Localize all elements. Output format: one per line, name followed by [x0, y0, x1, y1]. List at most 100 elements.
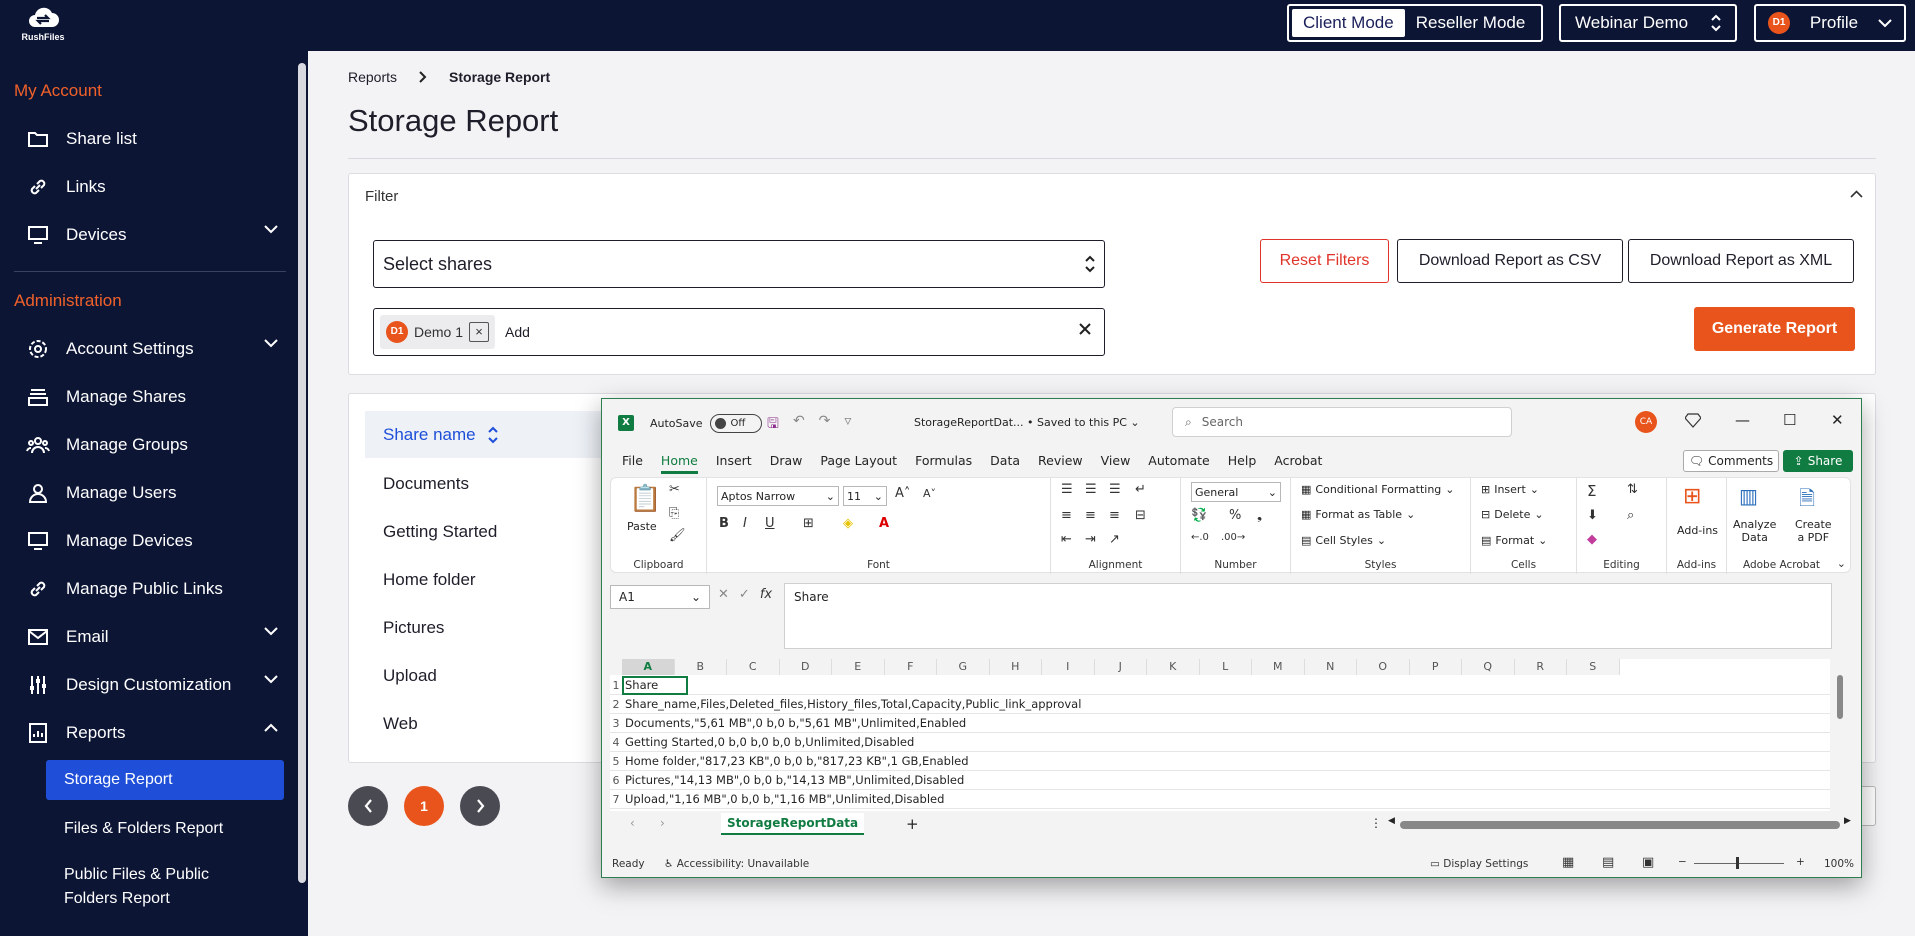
- paste-icon[interactable]: 📋: [629, 484, 661, 514]
- column-header[interactable]: J: [1095, 659, 1147, 675]
- spreadsheet-row[interactable]: 8Web,"15,42 MB",0 b,0 b,"15,42 MB",Unlim…: [610, 809, 1830, 811]
- font-color-icon[interactable]: A: [879, 516, 889, 531]
- table-row[interactable]: Getting Started: [383, 522, 497, 542]
- decrease-indent-icon[interactable]: ⇤: [1061, 532, 1072, 547]
- sidebar-item-design-customization[interactable]: Design Customization: [14, 665, 286, 705]
- zoom-in-icon[interactable]: +: [1796, 856, 1805, 868]
- sidebar-subitem-public-files-report[interactable]: Public Files & Public Folders Report: [46, 863, 284, 911]
- page-break-view-icon[interactable]: ▣: [1642, 855, 1654, 870]
- align-right-icon[interactable]: ≡: [1109, 508, 1120, 523]
- font-name-select[interactable]: Aptos Narrow ⌄: [717, 486, 839, 506]
- sidebar-item-reports[interactable]: Reports: [14, 713, 286, 753]
- row-number[interactable]: 2: [610, 698, 622, 711]
- save-icon[interactable]: 🖫: [767, 413, 779, 437]
- analyze-data-button[interactable]: Analyze Data: [1733, 518, 1776, 544]
- close-icon[interactable]: ✕: [1831, 411, 1844, 429]
- tab-file[interactable]: File: [622, 453, 643, 474]
- tab-formulas[interactable]: Formulas: [915, 453, 972, 474]
- chevron-up-icon[interactable]: [1850, 190, 1863, 198]
- sidebar-item-manage-devices[interactable]: Manage Devices: [14, 521, 286, 561]
- sidebar-scrollbar[interactable]: [298, 63, 306, 883]
- cell-value[interactable]: Upload,"1,16 MB",0 b,0 b,"1,16 MB",Unlim…: [622, 792, 944, 806]
- add-share-input[interactable]: Add: [505, 324, 530, 340]
- row-number[interactable]: 6: [610, 774, 622, 787]
- column-header[interactable]: K: [1147, 659, 1200, 675]
- row-number[interactable]: 7: [610, 793, 622, 806]
- wrap-text-icon[interactable]: ↵: [1135, 482, 1146, 497]
- rushfiles-logo[interactable]: RushFiles: [18, 6, 68, 48]
- column-header[interactable]: R: [1515, 659, 1567, 675]
- clear-format-icon[interactable]: ◆: [1587, 532, 1597, 547]
- tab-insert[interactable]: Insert: [716, 453, 752, 474]
- user-avatar[interactable]: CA: [1635, 411, 1657, 433]
- tab-help[interactable]: Help: [1228, 453, 1257, 474]
- sidebar-item-links[interactable]: Links: [14, 167, 286, 207]
- clear-icon[interactable]: [1078, 322, 1092, 336]
- file-name[interactable]: StorageReportDat... • Saved to this PC ⌄: [914, 416, 1140, 429]
- increase-font-icon[interactable]: A˄: [895, 486, 910, 501]
- underline-icon[interactable]: U: [765, 516, 775, 531]
- sheet-tab[interactable]: StorageReportData: [721, 813, 865, 835]
- table-row[interactable]: Web: [383, 714, 418, 734]
- page-1-button[interactable]: 1: [404, 786, 444, 826]
- formula-input[interactable]: Share: [784, 583, 1832, 649]
- page-size-select[interactable]: [1862, 786, 1876, 826]
- premium-diamond-icon[interactable]: [1685, 412, 1701, 428]
- fill-color-icon[interactable]: ◈: [843, 516, 853, 531]
- column-header[interactable]: C: [727, 659, 780, 675]
- tab-view[interactable]: View: [1101, 453, 1131, 474]
- breadcrumb-reports-link[interactable]: Reports: [348, 69, 397, 85]
- column-header[interactable]: B: [675, 659, 727, 675]
- column-header[interactable]: N: [1305, 659, 1357, 675]
- excel-share-button[interactable]: ⇪ Share: [1783, 450, 1853, 472]
- decrease-font-icon[interactable]: A˅: [923, 487, 936, 500]
- column-header[interactable]: E: [832, 659, 885, 675]
- tab-page-layout[interactable]: Page Layout: [820, 453, 897, 474]
- collapse-ribbon-icon[interactable]: ⌄: [1837, 557, 1846, 570]
- currency-icon[interactable]: 💱: [1191, 508, 1207, 523]
- page-layout-view-icon[interactable]: ▤: [1602, 855, 1614, 870]
- profile-menu[interactable]: D1 Profile: [1754, 4, 1906, 42]
- align-middle-icon[interactable]: ☰: [1085, 482, 1097, 497]
- bold-icon[interactable]: B: [719, 516, 729, 531]
- vertical-scroll-thumb[interactable]: [1837, 675, 1843, 719]
- excel-search-box[interactable]: ⌕ Search: [1172, 407, 1512, 437]
- minimize-icon[interactable]: —: [1735, 411, 1750, 429]
- reseller-mode-button[interactable]: Reseller Mode: [1405, 9, 1537, 37]
- insert-cells-button[interactable]: ⊞ Insert ⌄: [1481, 483, 1539, 496]
- account-select[interactable]: Webinar Demo: [1559, 4, 1737, 42]
- horizontal-scrollbar[interactable]: [1400, 821, 1840, 829]
- spreadsheet-row[interactable]: 3 Documents,"5,61 MB",0 b,0 b,"5,61 MB",U…: [610, 714, 1830, 733]
- scroll-right-icon[interactable]: ▶: [1844, 816, 1851, 826]
- spreadsheet-row[interactable]: 2 Share_name,Files,Deleted_files,History_…: [610, 695, 1830, 714]
- column-header[interactable]: G: [937, 659, 990, 675]
- format-painter-icon[interactable]: 🖌: [669, 528, 686, 543]
- tab-data[interactable]: Data: [990, 453, 1020, 474]
- sidebar-subitem-files-folders-report[interactable]: Files & Folders Report: [46, 809, 284, 849]
- add-sheet-icon[interactable]: +: [906, 815, 919, 833]
- undo-icon[interactable]: ↶: [793, 413, 805, 437]
- conditional-formatting-button[interactable]: ▦ Conditional Formatting ⌄: [1301, 483, 1455, 496]
- autosum-icon[interactable]: Σ: [1587, 482, 1596, 500]
- format-cells-button[interactable]: ▤ Format ⌄: [1481, 534, 1547, 547]
- previous-page-button[interactable]: [348, 786, 388, 826]
- table-row[interactable]: Home folder: [383, 570, 476, 590]
- sidebar-item-account-settings[interactable]: Account Settings: [14, 329, 286, 369]
- remove-tag-icon[interactable]: ×: [469, 322, 490, 342]
- tab-automate[interactable]: Automate: [1148, 453, 1209, 474]
- table-row[interactable]: Documents: [383, 474, 469, 494]
- font-size-select[interactable]: 11 ⌄: [843, 486, 887, 506]
- customize-toolbar-icon[interactable]: ▿: [844, 413, 851, 437]
- sidebar-subitem-storage-report[interactable]: Storage Report: [46, 760, 284, 800]
- spreadsheet-row[interactable]: 4 Getting Started,0 b,0 b,0 b,0 b,Unlimit…: [610, 733, 1830, 752]
- addins-button[interactable]: Add-ins: [1677, 524, 1718, 537]
- tab-acrobat[interactable]: Acrobat: [1274, 453, 1322, 474]
- number-format-select[interactable]: General ⌄: [1191, 482, 1281, 502]
- enter-icon[interactable]: ✓: [739, 587, 750, 602]
- decrease-decimal-icon[interactable]: .00→: [1221, 532, 1245, 543]
- client-mode-button[interactable]: Client Mode: [1292, 9, 1405, 37]
- row-number[interactable]: 5: [610, 755, 622, 768]
- paste-button[interactable]: Paste: [627, 520, 657, 533]
- tab-home[interactable]: Home: [660, 453, 698, 474]
- merge-center-icon[interactable]: ⊟: [1135, 508, 1146, 523]
